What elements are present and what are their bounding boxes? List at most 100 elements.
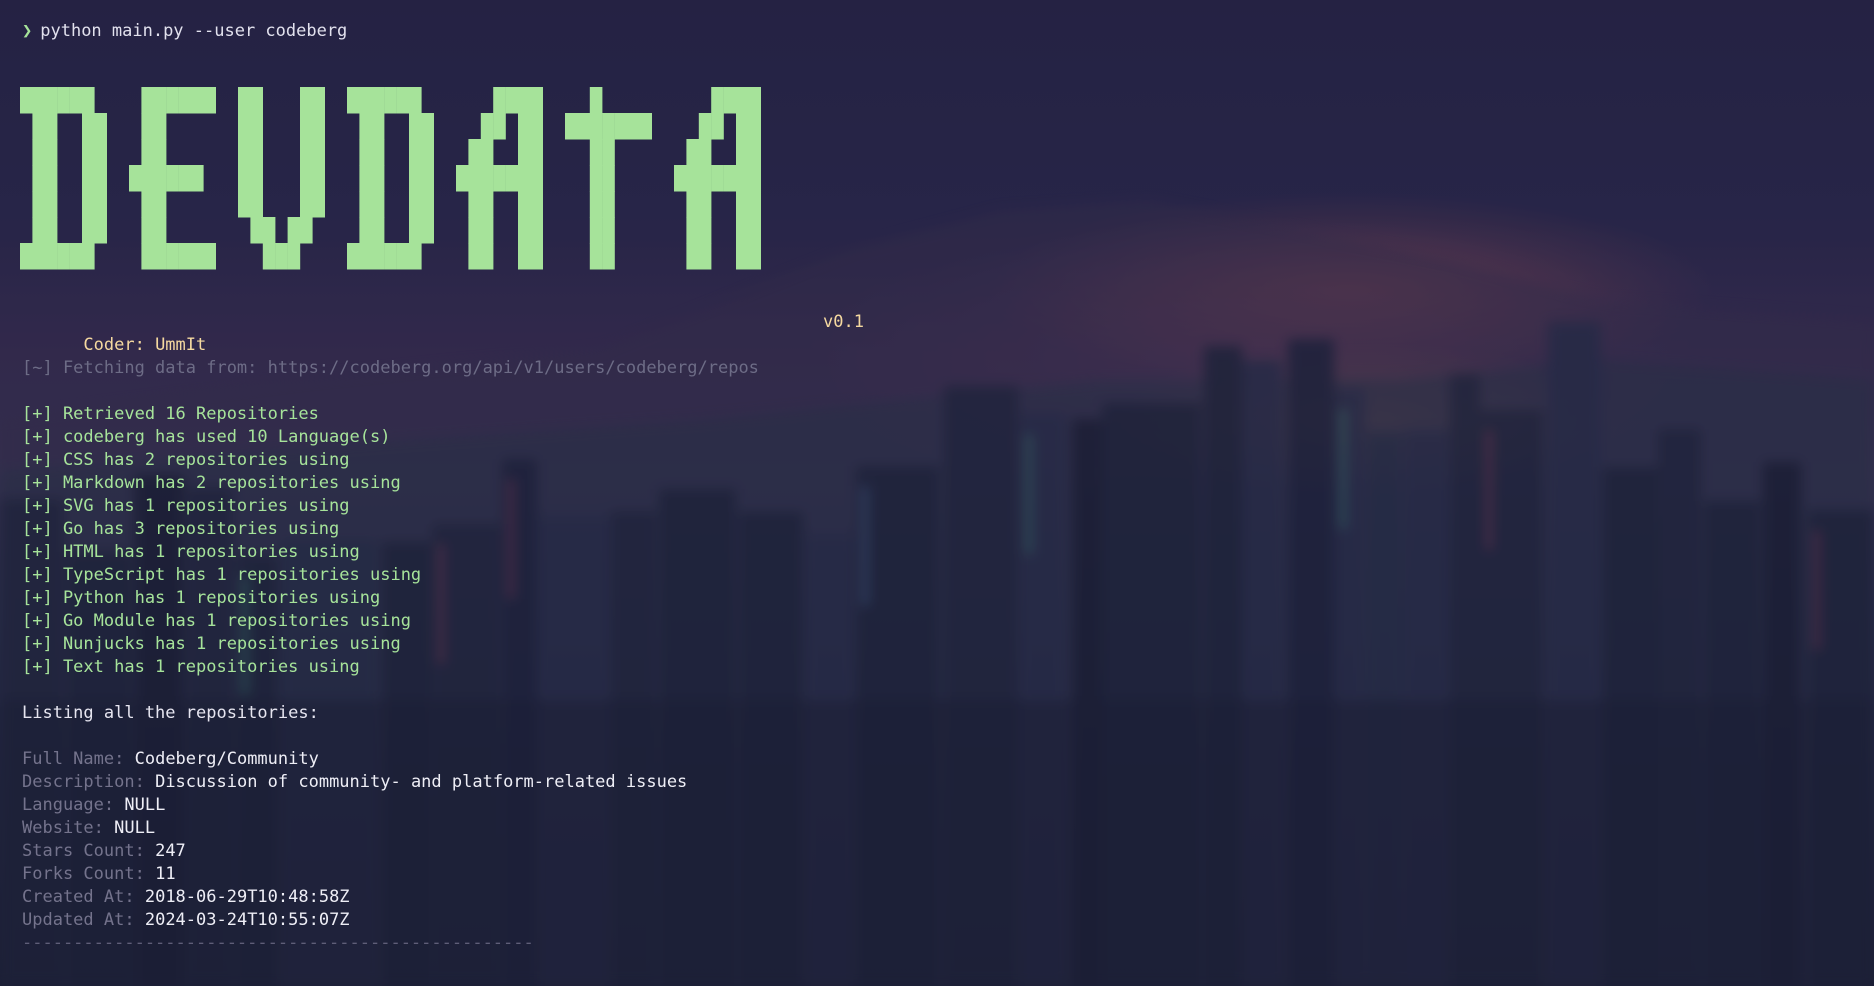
version-label: v0.1: [823, 312, 864, 332]
result-line: [+] codeberg has used 10 Language(s): [22, 427, 391, 447]
banner-pixel: [530, 165, 543, 192]
banner-pixel: [32, 165, 45, 192]
banner-pixel: [698, 191, 712, 218]
banner-pixel: [262, 217, 276, 244]
banner-pixel: [468, 165, 481, 192]
banner-pixel: [518, 217, 531, 244]
banner-pixel: [614, 113, 628, 140]
banner-pixel: [312, 165, 325, 192]
banner-pixel: [250, 191, 263, 218]
banner-pixel: [480, 113, 494, 140]
field-label: Full Name:: [22, 749, 125, 769]
banner-pixel: [82, 165, 95, 192]
banner-pixel: [371, 243, 385, 270]
result-line: [+] SVG has 1 repositories using: [22, 496, 350, 516]
banner-pixel: [736, 217, 749, 244]
banner-pixel: [129, 165, 142, 192]
banner-pixel: [409, 139, 422, 166]
result-line: [+] CSS has 2 repositories using: [22, 450, 350, 470]
terminal-output: ❯ python main.py --user codeberg Coder: U…: [20, 20, 1874, 955]
banner-pixel: [32, 191, 45, 218]
repo-language-row: Language: NULL: [22, 794, 1874, 817]
ascii-banner: [20, 87, 1874, 275]
coder-label: Coder: UmmIt: [83, 335, 207, 355]
banner-pixel: [94, 139, 107, 166]
banner-pixel: [480, 217, 494, 244]
banner-pixel: [178, 243, 192, 270]
banner-pixel: [250, 113, 263, 140]
field-value: Discussion of community- and platform-re…: [155, 772, 688, 792]
banner-pixel: [82, 191, 95, 218]
banner-pixel: [409, 217, 422, 244]
banner-pixel: [300, 165, 313, 192]
banner-pixel: [686, 139, 699, 166]
banner-pixel: [589, 243, 603, 270]
banner-pixel: [275, 243, 288, 270]
banner-pixel: [94, 165, 107, 192]
banner-pixel: [141, 87, 154, 114]
banner-pixel: [44, 87, 58, 114]
banner-pixel: [384, 243, 397, 270]
banner-pixel: [32, 243, 45, 270]
banner-pixel: [686, 191, 699, 218]
banner-pixel: [166, 243, 179, 270]
result-line: [+] Python has 1 repositories using: [22, 588, 381, 608]
banner-pixel: [480, 243, 494, 270]
banner-pixel: [359, 113, 372, 140]
banner-pixel: [409, 165, 422, 192]
banner-pixel: [32, 113, 45, 140]
banner-pixel: [371, 165, 385, 192]
banner-pixel: [480, 165, 494, 192]
banner-pixel: [153, 217, 167, 244]
result-line: [+] Markdown has 2 repositories using: [22, 473, 401, 493]
banner-pixel: [748, 191, 761, 218]
banner-pixel: [82, 217, 95, 244]
field-label: Updated At:: [22, 910, 135, 930]
banner-pixel: [300, 191, 313, 218]
banner-pixel: [44, 139, 58, 166]
banner-pixel: [518, 87, 531, 114]
banner-pixel: [191, 243, 204, 270]
banner-pixel: [287, 243, 301, 270]
banner-pixel: [530, 113, 543, 140]
banner-pixel: [602, 113, 615, 140]
banner-pixel: [530, 139, 543, 166]
banner-pixel: [141, 191, 154, 218]
banner-pixel: [153, 191, 167, 218]
banner-pixel: [57, 87, 70, 114]
banner-pixel: [238, 139, 251, 166]
banner-pixel: [44, 165, 58, 192]
banner-pixel: [166, 87, 179, 114]
banner-pixel: [602, 217, 615, 244]
coder-info-line: Coder: UmmIt v0.1: [22, 311, 864, 355]
field-value: 247: [155, 841, 186, 861]
repo-stars-row: Stars Count: 247: [22, 840, 1874, 863]
repo-created-row: Created At: 2018-06-29T10:48:58Z: [22, 886, 1874, 909]
banner-pixel: [371, 139, 385, 166]
banner-pixel: [287, 217, 301, 244]
banner-pixel: [396, 243, 410, 270]
banner-pixel: [371, 113, 385, 140]
banner-pixel: [153, 87, 167, 114]
result-line: [+] Text has 1 repositories using: [22, 657, 360, 677]
banner-pixel: [602, 243, 615, 270]
banner-pixel: [238, 191, 251, 218]
banner-pixel: [94, 191, 107, 218]
banner-pixel: [421, 113, 434, 140]
banner-pixel: [141, 113, 154, 140]
result-line: [+] TypeScript has 1 repositories using: [22, 565, 422, 585]
banner-pixel: [312, 113, 325, 140]
banner-pixel: [530, 87, 543, 114]
banner-pixel: [191, 87, 204, 114]
banner-pixel: [468, 217, 481, 244]
banner-pixel: [409, 87, 422, 114]
result-line: [+] HTML has 1 repositories using: [22, 542, 360, 562]
banner-pixel: [94, 217, 107, 244]
banner-pixel: [698, 139, 712, 166]
terminal-window[interactable]: ❯ python main.py --user codeberg Coder: U…: [0, 0, 1874, 986]
banner-pixel: [409, 243, 422, 270]
banner-pixel: [602, 139, 615, 166]
banner-pixel: [530, 191, 543, 218]
banner-pixel: [589, 217, 603, 244]
command-prompt-line: ❯ python main.py --user codeberg: [22, 20, 1874, 43]
